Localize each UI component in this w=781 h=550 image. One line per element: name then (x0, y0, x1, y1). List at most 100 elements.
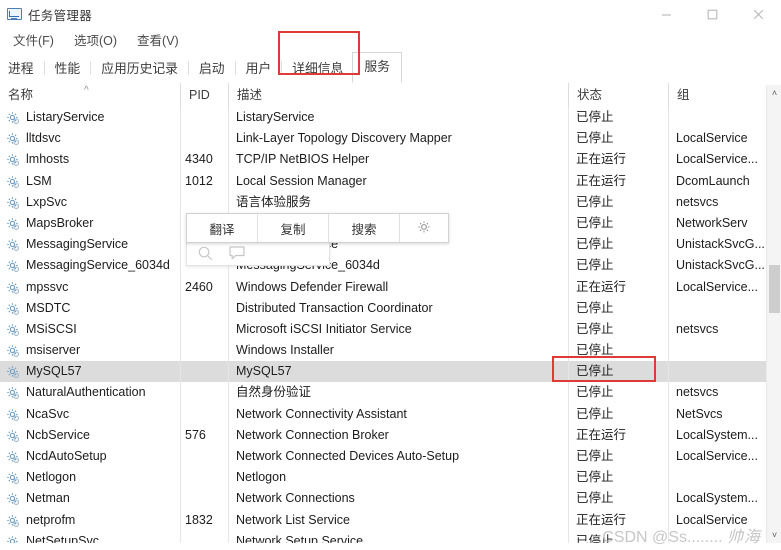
tab-details[interactable]: 详细信息 (285, 54, 350, 83)
cell-pid (180, 192, 228, 213)
translate-button[interactable]: 翻译 (187, 214, 258, 242)
menu-item-options[interactable]: 选项(O) (65, 29, 126, 50)
cell-status: 正在运行 (576, 173, 627, 188)
cell-name: MessagingService_6034d (26, 258, 170, 273)
tab-users[interactable]: 用户 (239, 54, 279, 83)
selection-hover-panel (186, 241, 330, 266)
cell-status: 已停止 (576, 470, 614, 485)
column-header-group[interactable]: 组 (668, 83, 766, 107)
cell-description: Network List Service (236, 512, 350, 527)
table-row[interactable]: MySQL57 MySQL57 已停止 (0, 361, 766, 383)
gear-icon (417, 220, 431, 237)
column-header-name[interactable]: 名称 ^ (0, 83, 180, 107)
cell-pid (180, 319, 228, 340)
search-icon[interactable] (197, 245, 214, 262)
column-divider (180, 107, 181, 543)
cell-group: netsvcs (676, 385, 719, 400)
cell-name: Netlogon (26, 470, 77, 485)
cell-description: 语言体验服务 (236, 194, 312, 209)
task-manager-window: 任务管理器 文件(F) 选项(O) 查看(V) 进程 性能 应用历史记录 启动 … (0, 0, 781, 550)
tab-performance[interactable]: 性能 (48, 54, 88, 83)
cell-pid (180, 446, 228, 467)
window-controls (643, 0, 781, 28)
cell-description: MySQL57 (236, 364, 292, 379)
maximize-button[interactable] (689, 0, 735, 28)
column-header-description[interactable]: 描述 (228, 83, 568, 107)
scroll-up-arrow[interactable]: ˄ (767, 85, 781, 101)
title-bar: 任务管理器 (0, 0, 781, 28)
cell-status: 已停止 (576, 110, 614, 124)
task-manager-icon (7, 7, 22, 22)
table-row[interactable]: ListaryService ListaryService 已停止 (0, 107, 766, 128)
cell-pid (180, 107, 228, 128)
table-row[interactable]: LSM 1012 Local Session Manager 正在运行 DcomLaun… (0, 171, 766, 192)
cell-group: LocalService... (676, 152, 758, 167)
cell-description: Windows Defender Firewall (236, 279, 389, 294)
cell-pid: 576 (185, 427, 206, 442)
table-row[interactable]: MSiSCSI Microsoft iSCSI Initiator Service… (0, 319, 766, 340)
tab-startup[interactable]: 启动 (192, 54, 232, 83)
cell-description: Microsoft iSCSI Initiator Service (236, 321, 412, 336)
cell-pid (180, 128, 228, 149)
cell-name: mpssvc (26, 279, 69, 294)
copy-button[interactable]: 复制 (258, 214, 329, 242)
menu-item-file[interactable]: 文件(F) (4, 29, 63, 50)
cell-group: LocalService... (676, 279, 758, 294)
cell-group: netsvcs (676, 194, 719, 209)
cell-description: Link-Layer Topology Discovery Mapper (236, 131, 452, 146)
cell-status: 已停止 (576, 364, 614, 379)
table-row[interactable]: NcaSvc Network Connectivity Assistant 已停止 N… (0, 404, 766, 425)
table-row[interactable]: lltdsvc Link-Layer Topology Discovery Map… (0, 128, 766, 149)
watermark-text: CSDN @Ss........ (602, 529, 723, 546)
minimize-button[interactable] (643, 0, 689, 28)
service-list[interactable]: ListaryService ListaryService 已停止 lltdsvc Li… (0, 107, 766, 543)
cell-status: 正在运行 (576, 427, 627, 442)
search-button[interactable]: 搜索 (329, 214, 400, 242)
column-header-status[interactable]: 状态 (568, 83, 668, 107)
cell-description: Network Connectivity Assistant (236, 406, 407, 421)
settings-button[interactable] (400, 214, 448, 242)
cell-description: Distributed Transaction Coordinator (236, 300, 433, 315)
window-title: 任务管理器 (28, 8, 93, 23)
table-row[interactable]: NcdAutoSetup Network Connected Devices Au… (0, 446, 766, 467)
cell-pid (180, 298, 228, 319)
table-row[interactable]: mpssvc 2460 Windows Defender Firewall 正在运行 L… (0, 277, 766, 298)
column-header-pid[interactable]: PID (180, 83, 228, 107)
cell-name: msiserver (26, 343, 81, 358)
cell-name: MessagingService (26, 237, 129, 252)
cell-description: Netlogon (236, 470, 287, 485)
scroll-down-arrow[interactable]: ˅ (767, 527, 781, 543)
table-row[interactable]: Netman Network Connections 已停止 LocalSystem.… (0, 488, 766, 509)
cell-status: 正在运行 (576, 279, 627, 294)
cell-pid: 1012 (185, 173, 213, 188)
cell-group: LocalService (676, 131, 748, 146)
scrollbar-thumb[interactable] (769, 265, 780, 313)
column-header-name-label: 名称 (8, 88, 34, 102)
cell-status: 已停止 (576, 237, 614, 252)
cell-group: netsvcs (676, 321, 719, 336)
table-row[interactable]: msiserver Windows Installer 已停止 (0, 340, 766, 361)
cell-status: 已停止 (576, 385, 614, 400)
tab-services[interactable]: 服务 (352, 52, 402, 83)
cell-group (668, 361, 766, 382)
table-row[interactable]: NaturalAuthentication 自然身份验证 已停止 netsvcs (0, 382, 766, 403)
table-row[interactable]: NcbService 576 Network Connection Broker 正在… (0, 425, 766, 446)
tab-app-history[interactable]: 应用历史记录 (94, 54, 185, 83)
table-row[interactable]: LxpSvc 语言体验服务 已停止 netsvcs (0, 192, 766, 213)
tab-divider (234, 61, 236, 75)
table-row[interactable]: MessagingService_6034dMessagingService_6… (0, 255, 766, 276)
menu-item-view[interactable]: 查看(V) (128, 29, 188, 50)
sort-ascending-icon: ^ (84, 85, 89, 96)
cell-name: Netman (26, 491, 70, 506)
tab-processes[interactable]: 进程 (1, 54, 41, 83)
table-row[interactable]: MSDTC Distributed Transaction Coordinator… (0, 298, 766, 319)
speech-bubble-icon[interactable] (228, 245, 246, 261)
cell-name: NcdAutoSetup (26, 449, 107, 463)
cell-name: LSM (26, 173, 52, 188)
cell-name: MySQL57 (26, 364, 82, 379)
table-row[interactable]: Netlogon Netlogon 已停止 (0, 467, 766, 488)
close-button[interactable] (735, 0, 781, 28)
vertical-scrollbar[interactable]: ˄ ˅ (766, 85, 781, 543)
table-row[interactable]: lmhosts 4340 TCP/IP NetBIOS Helper 正在运行 Loca… (0, 149, 766, 170)
cell-description: Network Setup Service (236, 533, 364, 543)
